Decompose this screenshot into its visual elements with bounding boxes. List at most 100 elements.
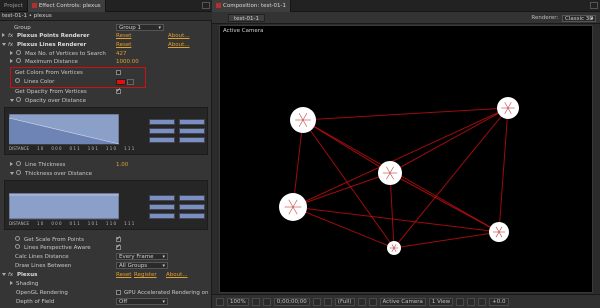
right-tab-bar: Composition: test-01-1: [212, 0, 600, 12]
shading-row[interactable]: Shading: [0, 280, 212, 288]
plexus-row[interactable]: fx Plexus Reset Register About...: [0, 271, 212, 279]
expand-arrow-icon[interactable]: [10, 162, 13, 166]
expand-arrow-icon[interactable]: [10, 281, 13, 285]
exposure-icon[interactable]: [478, 297, 487, 306]
depth-of-field-dropdown[interactable]: Off: [116, 298, 168, 305]
lines-renderer-row[interactable]: fx Plexus Lines Renderer Reset About...: [0, 41, 212, 49]
get-scale-checkbox[interactable]: [116, 235, 121, 243]
opacity-curve-graph[interactable]: [9, 114, 119, 150]
opengl-checkbox[interactable]: [116, 290, 121, 295]
preset-curve[interactable]: [179, 119, 205, 125]
preset-curve[interactable]: [149, 195, 175, 201]
panel-menu-icon[interactable]: [590, 2, 598, 9]
preset-curve[interactable]: [179, 195, 205, 201]
points-renderer-label: Plexus Points Renderer: [17, 33, 90, 39]
mask-icon[interactable]: [262, 297, 271, 306]
eyedropper-icon[interactable]: [127, 78, 134, 85]
fx-icon[interactable]: fx: [8, 41, 13, 49]
collapse-arrow-icon[interactable]: [2, 273, 6, 276]
fx-icon[interactable]: fx: [8, 32, 13, 40]
effect-controls-panel: Project Effect Controls: plexus test-01-…: [0, 0, 212, 308]
preset-curve[interactable]: [149, 119, 175, 125]
stopwatch-icon[interactable]: [16, 50, 21, 55]
safe-margins-icon[interactable]: [251, 297, 260, 306]
group-row: Group Group 1: [0, 24, 212, 32]
stopwatch-icon[interactable]: [16, 58, 21, 63]
zoom-dropdown[interactable]: 100%: [227, 297, 249, 306]
plexus-line: [302, 107, 509, 121]
tab-composition[interactable]: Composition: test-01-1: [212, 0, 291, 12]
graph-axis-label: 0 0 0: [51, 221, 62, 226]
preset-curve[interactable]: [149, 213, 175, 219]
expand-arrow-icon[interactable]: [2, 33, 5, 37]
draw-lines-between-dropdown[interactable]: All Groups: [116, 262, 168, 269]
preview-icon[interactable]: [216, 297, 224, 306]
lines-perspective-checkbox[interactable]: [116, 243, 121, 251]
view-layout-dropdown[interactable]: 1 View: [428, 297, 454, 306]
stopwatch-icon[interactable]: [16, 97, 21, 102]
timecode[interactable]: 0;00;00;00: [273, 297, 310, 306]
channel-icon[interactable]: [323, 297, 332, 306]
line-thickness-value[interactable]: 1.00: [116, 161, 128, 169]
preset-curve[interactable]: [149, 204, 175, 210]
line-thickness-label: Line Thickness: [25, 162, 66, 168]
composition-viewer[interactable]: Active Camera: [219, 25, 593, 293]
graph-axis-label: 0 1 1: [69, 146, 80, 151]
expand-arrow-icon[interactable]: [10, 59, 13, 63]
lines-perspective-label: Lines Perspective Aware: [24, 245, 91, 251]
preset-curve[interactable]: [179, 204, 205, 210]
plexus-register-link[interactable]: Register: [134, 271, 157, 279]
line-thickness-row: Line Thickness 1.00: [0, 161, 212, 169]
stopwatch-icon[interactable]: [16, 170, 21, 175]
panel-menu-icon[interactable]: [202, 2, 210, 9]
toggle-pixel-icon[interactable]: [456, 297, 465, 306]
region-icon[interactable]: [357, 297, 366, 306]
fast-preview-icon[interactable]: [467, 297, 476, 306]
expand-arrow-icon[interactable]: [10, 51, 13, 55]
resolution-dropdown[interactable]: (Full): [334, 297, 355, 306]
stopwatch-icon[interactable]: [15, 236, 20, 241]
stopwatch-icon[interactable]: [16, 161, 21, 166]
plexus-reset-link[interactable]: Reset: [116, 271, 131, 279]
collapse-arrow-icon[interactable]: [10, 172, 14, 175]
preset-curve[interactable]: [179, 137, 205, 143]
plexus-line: [302, 119, 395, 249]
stopwatch-icon[interactable]: [15, 78, 20, 83]
points-reset-link[interactable]: Reset: [116, 32, 131, 40]
plexus-line: [393, 231, 500, 249]
collapse-arrow-icon[interactable]: [2, 43, 6, 46]
preset-curve[interactable]: [149, 128, 175, 134]
comp-subtab[interactable]: test-01-1: [228, 14, 266, 22]
group-dropdown[interactable]: Group 1: [116, 24, 164, 31]
calc-lines-distance-dropdown[interactable]: Every Frame: [116, 253, 168, 260]
plexus-label: Plexus: [17, 272, 38, 278]
collapse-arrow-icon[interactable]: [10, 99, 14, 102]
get-scale-label: Get Scale From Points: [24, 237, 84, 243]
points-renderer-row[interactable]: fx Plexus Points Renderer Reset About...: [0, 32, 212, 40]
plexus-about-link[interactable]: About...: [166, 271, 188, 279]
tab-project[interactable]: Project: [0, 0, 28, 12]
lines-reset-link[interactable]: Reset: [116, 41, 131, 49]
preset-curve[interactable]: [149, 137, 175, 143]
snapshot-icon[interactable]: [312, 297, 321, 306]
get-colors-checkbox[interactable]: [116, 70, 121, 75]
camera-view-dropdown[interactable]: Active Camera: [379, 297, 426, 306]
get-opacity-checkbox[interactable]: [116, 87, 121, 95]
fx-icon[interactable]: fx: [8, 271, 13, 279]
exposure-value[interactable]: +0.0: [489, 297, 509, 306]
renderer-dropdown[interactable]: Classic 3D: [562, 15, 596, 22]
shading-label: Shading: [16, 281, 39, 287]
close-icon[interactable]: [31, 3, 37, 8]
lines-color-swatch[interactable]: [116, 78, 126, 85]
close-icon[interactable]: [216, 3, 221, 8]
stopwatch-icon[interactable]: [15, 244, 20, 249]
transparency-grid-icon[interactable]: [368, 297, 377, 306]
lines-about-link[interactable]: About...: [168, 41, 190, 49]
tab-effect-controls[interactable]: Effect Controls: plexus: [27, 0, 106, 12]
max-vertices-row: Max No. of Vertices to Search 427: [0, 50, 212, 58]
max-vertices-value[interactable]: 427: [116, 50, 127, 58]
max-distance-value[interactable]: 1000.00: [116, 58, 139, 66]
points-about-link[interactable]: About...: [168, 32, 190, 40]
preset-curve[interactable]: [179, 213, 205, 219]
preset-curve[interactable]: [179, 128, 205, 134]
